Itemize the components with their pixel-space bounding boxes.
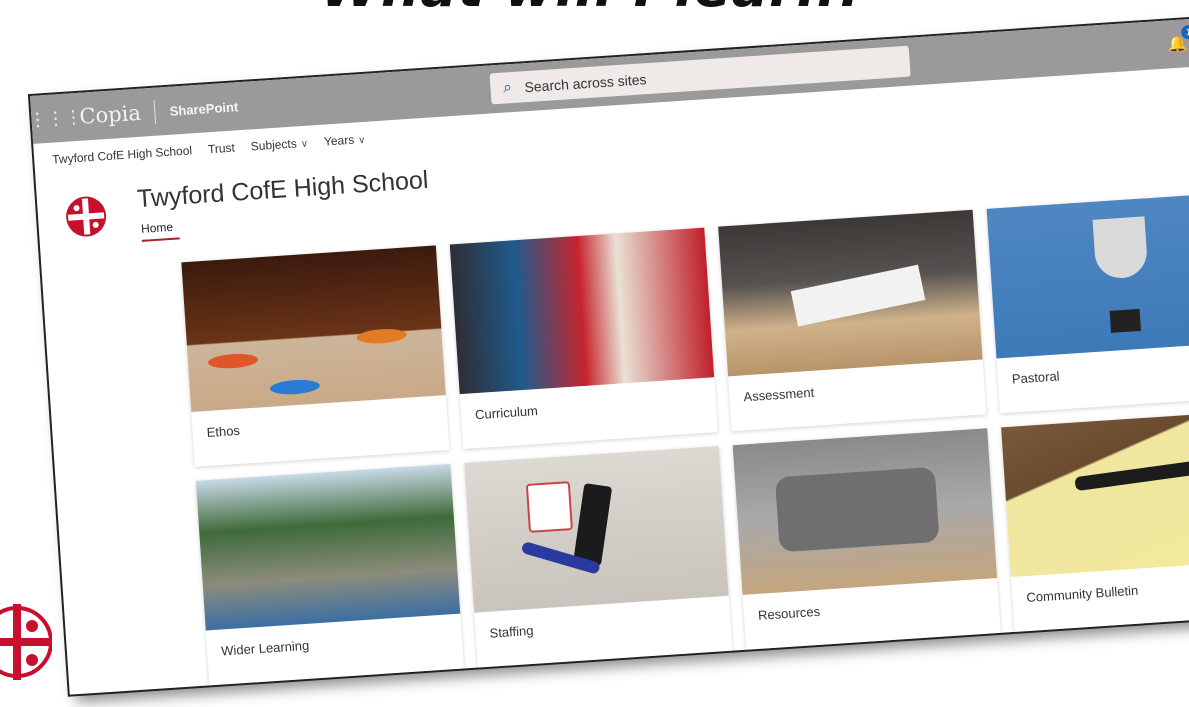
search-icon: ⌕ <box>502 78 513 97</box>
chevron-down-icon: ∨ <box>357 134 366 147</box>
quick-links-grid: Ethos Curriculum Assessment Pastoral Wid… <box>181 191 1189 686</box>
slide-title: What will I learn? <box>0 0 1189 19</box>
school-logo-corner <box>0 604 52 680</box>
tile-staffing[interactable]: Staffing <box>464 446 733 668</box>
brand-name[interactable]: Copia <box>79 100 156 129</box>
pastoral-image <box>986 191 1189 359</box>
waffle-icon[interactable]: ⋮⋮⋮ <box>30 93 83 144</box>
suite-bar: ⋮⋮⋮ Copia SharePoint ⌕ Search across sit… <box>30 17 1189 144</box>
nav-item-trust[interactable]: Trust <box>208 141 236 157</box>
home-link[interactable]: Home <box>141 219 180 241</box>
nav-item-years[interactable]: Years ∨ <box>324 132 366 149</box>
nav-label: Subjects <box>250 136 298 154</box>
nav-label: Years <box>323 132 355 149</box>
sharepoint-screenshot: ⋮⋮⋮ Copia SharePoint ⌕ Search across sit… <box>30 17 1189 695</box>
staffing-image <box>464 446 729 613</box>
nav-label: Twyford CofE High School <box>51 143 193 167</box>
notification-badge: 1 <box>1180 24 1189 40</box>
tile-wider-learning[interactable]: Wider Learning <box>195 463 464 686</box>
wider-learning-image <box>195 463 461 631</box>
search-input[interactable]: Search across sites <box>524 71 647 95</box>
search-box[interactable]: ⌕ Search across sites <box>489 45 911 105</box>
tile-assessment[interactable]: Assessment <box>718 209 987 432</box>
tile-curriculum[interactable]: Curriculum <box>449 227 718 450</box>
tile-pastoral[interactable]: Pastoral <box>986 191 1189 414</box>
community-bulletin-image <box>1001 410 1189 578</box>
site-logo[interactable] <box>63 193 110 240</box>
site-title[interactable]: Twyford CofE High School <box>136 166 429 214</box>
curriculum-image <box>449 227 715 395</box>
tile-ethos[interactable]: Ethos <box>181 245 450 467</box>
nav-label: Trust <box>207 140 236 157</box>
product-name[interactable]: SharePoint <box>169 99 238 119</box>
bell-icon[interactable]: 🔔 1 <box>1167 24 1189 54</box>
chevron-down-icon: ∨ <box>300 138 309 151</box>
assessment-image <box>718 209 983 377</box>
tile-resources[interactable]: Resources <box>732 428 1001 650</box>
resources-image <box>732 428 998 595</box>
brand-divider <box>153 99 157 124</box>
ethos-image <box>181 245 446 413</box>
tile-community-bulletin[interactable]: Community Bulletin <box>1001 410 1189 632</box>
nav-item-subjects[interactable]: Subjects ∨ <box>250 136 309 154</box>
nav-item-home-site[interactable]: Twyford CofE High School <box>52 143 193 166</box>
